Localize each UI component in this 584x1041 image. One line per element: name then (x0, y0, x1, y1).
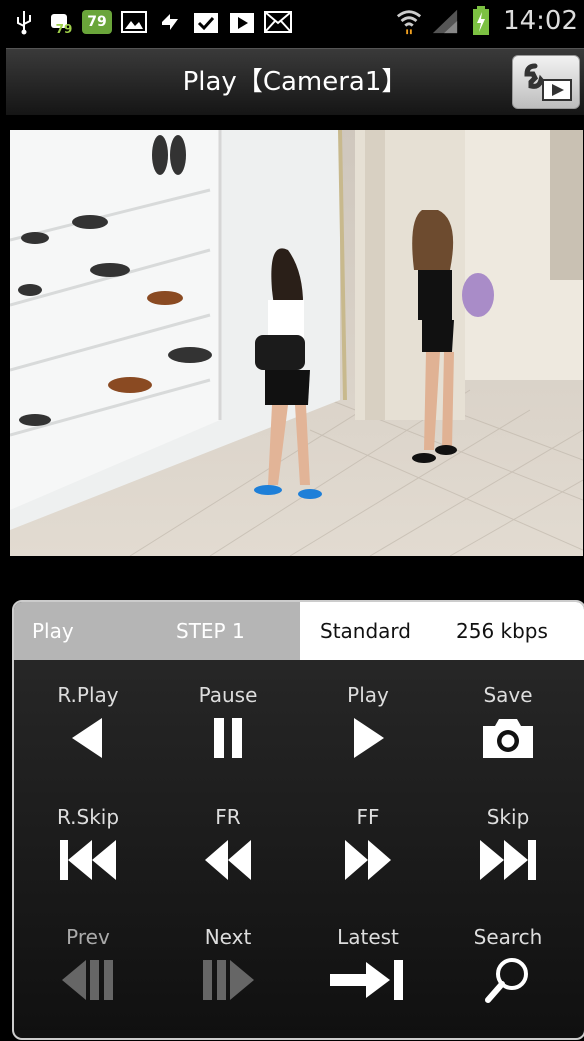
camera-icon (483, 719, 533, 758)
latest-button[interactable]: Latest (298, 922, 438, 1008)
reverse-play-label: R.Play (57, 683, 119, 707)
battery-charging-icon (467, 6, 495, 35)
quality-tab[interactable]: Standard 256 kbps (300, 602, 584, 660)
status-tabs: Play STEP 1 Standard 256 kbps (14, 602, 584, 660)
fast-forward-icon (345, 840, 391, 880)
fast-forward-label: FF (356, 805, 380, 829)
reverse-skip-button[interactable]: R.Skip (18, 802, 158, 888)
quality-label: Standard (320, 619, 411, 643)
wifi-icon (395, 7, 423, 35)
signal-icon (431, 7, 459, 35)
image-icon (120, 8, 148, 36)
next-label: Next (204, 925, 252, 949)
play-label: Play (347, 683, 389, 707)
skip-forward-icon (480, 840, 536, 880)
pause-label: Pause (198, 683, 258, 707)
search-button[interactable]: Search (438, 922, 578, 1008)
latest-label: Latest (337, 925, 399, 949)
skip-button[interactable]: Skip (438, 802, 578, 888)
playback-control-panel: Play STEP 1 Standard 256 kbps R.Play Pau… (12, 600, 584, 1040)
fast-rewind-button[interactable]: FR (158, 802, 298, 888)
system-icons: 14:02 (395, 6, 578, 36)
fast-rewind-label: FR (215, 805, 241, 829)
next-frame-icon (203, 960, 254, 1000)
previous-frame-icon (62, 960, 113, 1000)
skip-back-icon (60, 840, 116, 880)
android-update-icon: 79 (46, 8, 74, 36)
mode-tab[interactable]: Play STEP 1 (14, 602, 300, 660)
clock: 14:02 (503, 6, 578, 36)
title-bar: Play【Camera1】 (6, 48, 584, 115)
reverse-skip-label: R.Skip (56, 805, 120, 829)
video-frame (10, 130, 583, 556)
skip-label: Skip (486, 805, 530, 829)
mail-icon (264, 8, 292, 36)
save-button[interactable]: Save (438, 680, 578, 766)
search-label: Search (473, 925, 543, 949)
save-label: Save (483, 683, 533, 707)
camera-video-view[interactable] (10, 130, 583, 556)
previous-button[interactable]: Prev (18, 922, 158, 1008)
rewind-icon (205, 840, 251, 880)
sync-icon (156, 8, 184, 36)
play-store-icon (228, 8, 256, 36)
bitrate-label: 256 kbps (456, 619, 548, 643)
page-title: Play【Camera1】 (182, 67, 408, 97)
usb-icon (10, 8, 38, 36)
reverse-play-button[interactable]: R.Play (18, 680, 158, 766)
search-icon (485, 958, 528, 1003)
next-button[interactable]: Next (158, 922, 298, 1008)
badge-count: 79 (55, 22, 73, 36)
wrench-play-icon (524, 63, 572, 101)
play-button[interactable]: Play (298, 680, 438, 766)
step-label: STEP 1 (176, 619, 245, 643)
mode-label: Play (32, 619, 74, 643)
android-badge-icon: 79 (82, 10, 112, 34)
reverse-play-icon (72, 718, 102, 758)
status-bar: 79 79 14:02 (0, 0, 584, 48)
fast-forward-button[interactable]: FF (298, 802, 438, 888)
task-check-icon (192, 8, 220, 36)
notification-icons: 79 79 (10, 8, 292, 36)
previous-label: Prev (66, 925, 110, 949)
play-icon (354, 718, 384, 758)
jump-to-latest-icon (330, 960, 403, 1000)
pause-button[interactable]: Pause (158, 680, 298, 766)
pause-icon (214, 718, 242, 758)
playback-settings-button[interactable] (512, 55, 580, 109)
